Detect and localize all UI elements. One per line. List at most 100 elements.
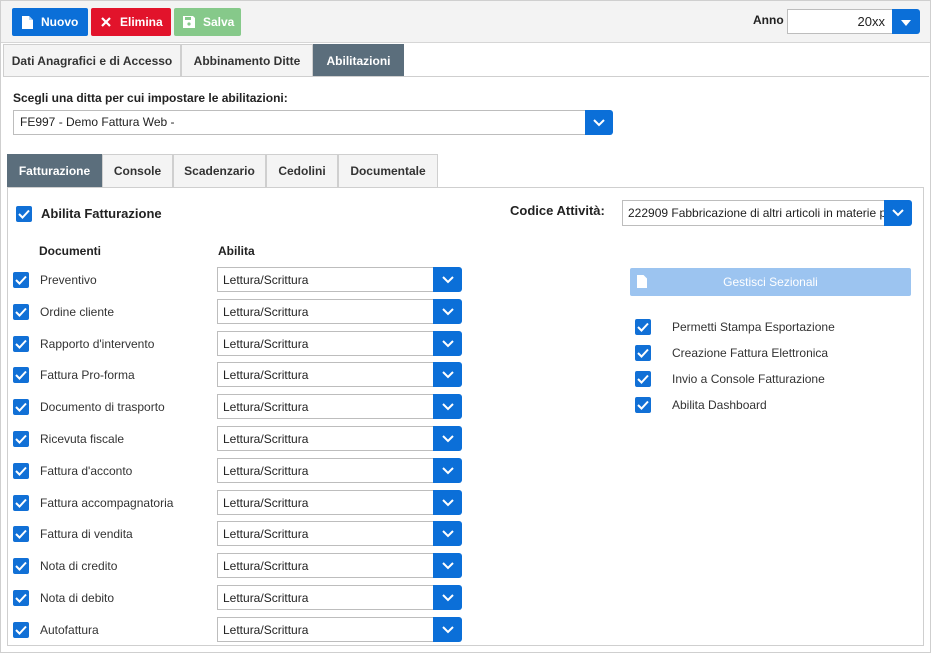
document-checkbox[interactable] (13, 399, 29, 415)
document-label: Nota di debito (40, 591, 115, 605)
document-checkbox[interactable] (13, 304, 29, 320)
chevron-down-icon (441, 591, 454, 605)
permission-select[interactable]: Lettura/Scrittura (217, 267, 435, 292)
permission-dropdown-button[interactable] (433, 299, 462, 324)
chevron-down-icon (441, 368, 454, 382)
option-label: Permetti Stampa Esportazione (672, 320, 835, 334)
tab-divider (3, 76, 929, 77)
codice-attivita-dropdown-button[interactable] (884, 200, 912, 226)
tab-console[interactable]: Console (102, 154, 173, 187)
chevron-down-icon (441, 464, 454, 478)
document-checkbox[interactable] (13, 622, 29, 638)
tab-documentale[interactable]: Documentale (338, 154, 438, 187)
new-button[interactable]: Nuovo (12, 8, 88, 36)
chevron-down-icon (441, 559, 454, 573)
option-checkbox[interactable] (635, 397, 651, 413)
document-checkbox[interactable] (13, 272, 29, 288)
tab-dati-anagrafici[interactable]: Dati Anagrafici e di Accesso (3, 44, 181, 76)
permission-dropdown-button[interactable] (433, 553, 462, 578)
enable-fatturazione-checkbox[interactable] (16, 206, 32, 222)
document-checkbox[interactable] (13, 590, 29, 606)
permission-dropdown-button[interactable] (433, 267, 462, 292)
permission-dropdown-button[interactable] (433, 394, 462, 419)
option-checkbox[interactable] (635, 345, 651, 361)
option-checkbox[interactable] (635, 319, 651, 335)
permission-select[interactable]: Lettura/Scrittura (217, 521, 435, 546)
new-button-label: Nuovo (41, 15, 79, 29)
document-label: Rapporto d'intervento (40, 337, 155, 351)
chevron-down-icon (593, 116, 605, 130)
codice-attivita-select[interactable]: 222909 Fabbricazione di altri articoli i… (622, 200, 886, 226)
permission-dropdown-button[interactable] (433, 490, 462, 515)
permission-dropdown-button[interactable] (433, 617, 462, 642)
chevron-down-icon (441, 496, 454, 510)
permission-dropdown-button[interactable] (433, 426, 462, 451)
save-button[interactable]: Salva (174, 8, 241, 36)
permission-select[interactable]: Lettura/Scrittura (217, 617, 435, 642)
permission-select[interactable]: Lettura/Scrittura (217, 426, 435, 451)
document-checkbox[interactable] (13, 463, 29, 479)
document-label: Autofattura (40, 623, 99, 637)
new-file-icon (20, 15, 34, 29)
document-label: Preventivo (40, 273, 97, 287)
year-select[interactable]: 20xx (787, 9, 894, 34)
tab-scadenzario[interactable]: Scadenzario (173, 154, 266, 187)
close-icon (99, 15, 113, 29)
permission-select[interactable]: Lettura/Scrittura (217, 394, 435, 419)
enable-fatturazione-label: Abilita Fatturazione (41, 206, 162, 221)
company-select[interactable]: FE997 - Demo Fattura Web - (13, 110, 587, 135)
document-checkbox[interactable] (13, 526, 29, 542)
permission-dropdown-button[interactable] (433, 458, 462, 483)
permission-dropdown-button[interactable] (433, 521, 462, 546)
year-label: Anno (753, 13, 784, 27)
option-checkbox[interactable] (635, 371, 651, 387)
document-checkbox[interactable] (13, 336, 29, 352)
toolbar: Nuovo Elimina Salva Anno 20xx (1, 1, 930, 43)
document-label: Ricevuta fiscale (40, 432, 125, 446)
documents-column-header: Documenti (39, 244, 102, 258)
permission-select[interactable]: Lettura/Scrittura (217, 362, 435, 387)
document-label: Fattura d'acconto (40, 464, 133, 478)
permission-select[interactable]: Lettura/Scrittura (217, 331, 435, 356)
document-label: Fattura accompagnatoria (40, 496, 174, 510)
permission-select[interactable]: Lettura/Scrittura (217, 458, 435, 483)
permission-select[interactable]: Lettura/Scrittura (217, 553, 435, 578)
document-checkbox[interactable] (13, 558, 29, 574)
permission-select[interactable]: Lettura/Scrittura (217, 585, 435, 610)
year-dropdown-button[interactable] (892, 9, 920, 34)
tab-cedolini[interactable]: Cedolini (266, 154, 338, 187)
chevron-down-icon (441, 400, 454, 414)
chevron-down-icon (441, 432, 454, 446)
document-checkbox[interactable] (13, 367, 29, 383)
tab-fatturazione[interactable]: Fatturazione (7, 154, 102, 187)
chevron-down-icon (441, 305, 454, 319)
permission-select[interactable]: Lettura/Scrittura (217, 299, 435, 324)
company-dropdown-button[interactable] (585, 110, 613, 135)
delete-button[interactable]: Elimina (91, 8, 171, 36)
save-button-label: Salva (203, 15, 235, 29)
caret-down-icon (901, 15, 911, 29)
tab-abbinamento-ditte[interactable]: Abbinamento Ditte (181, 44, 313, 76)
chevron-down-icon (441, 623, 454, 637)
document-checkbox[interactable] (13, 431, 29, 447)
gestisci-sezionali-label: Gestisci Sezionali (723, 275, 818, 289)
permission-select[interactable]: Lettura/Scrittura (217, 490, 435, 515)
option-label: Invio a Console Fatturazione (672, 372, 825, 386)
gestisci-sezionali-button[interactable]: Gestisci Sezionali (630, 268, 911, 296)
document-label: Ordine cliente (40, 305, 115, 319)
document-checkbox[interactable] (13, 495, 29, 511)
permission-dropdown-button[interactable] (433, 585, 462, 610)
fatturazione-panel (7, 187, 924, 646)
chevron-down-icon (441, 273, 454, 287)
save-icon (182, 15, 196, 29)
permission-column-header: Abilita (218, 244, 255, 258)
company-label: Scegli una ditta per cui impostare le ab… (13, 91, 288, 105)
permission-dropdown-button[interactable] (433, 362, 462, 387)
document-label: Documento di trasporto (40, 400, 165, 414)
document-label: Fattura di vendita (40, 527, 133, 541)
permission-dropdown-button[interactable] (433, 331, 462, 356)
codice-attivita-label: Codice Attività: (510, 203, 605, 218)
option-label: Creazione Fattura Elettronica (672, 346, 829, 360)
file-icon (637, 275, 647, 291)
tab-abilitazioni[interactable]: Abilitazioni (313, 44, 404, 76)
